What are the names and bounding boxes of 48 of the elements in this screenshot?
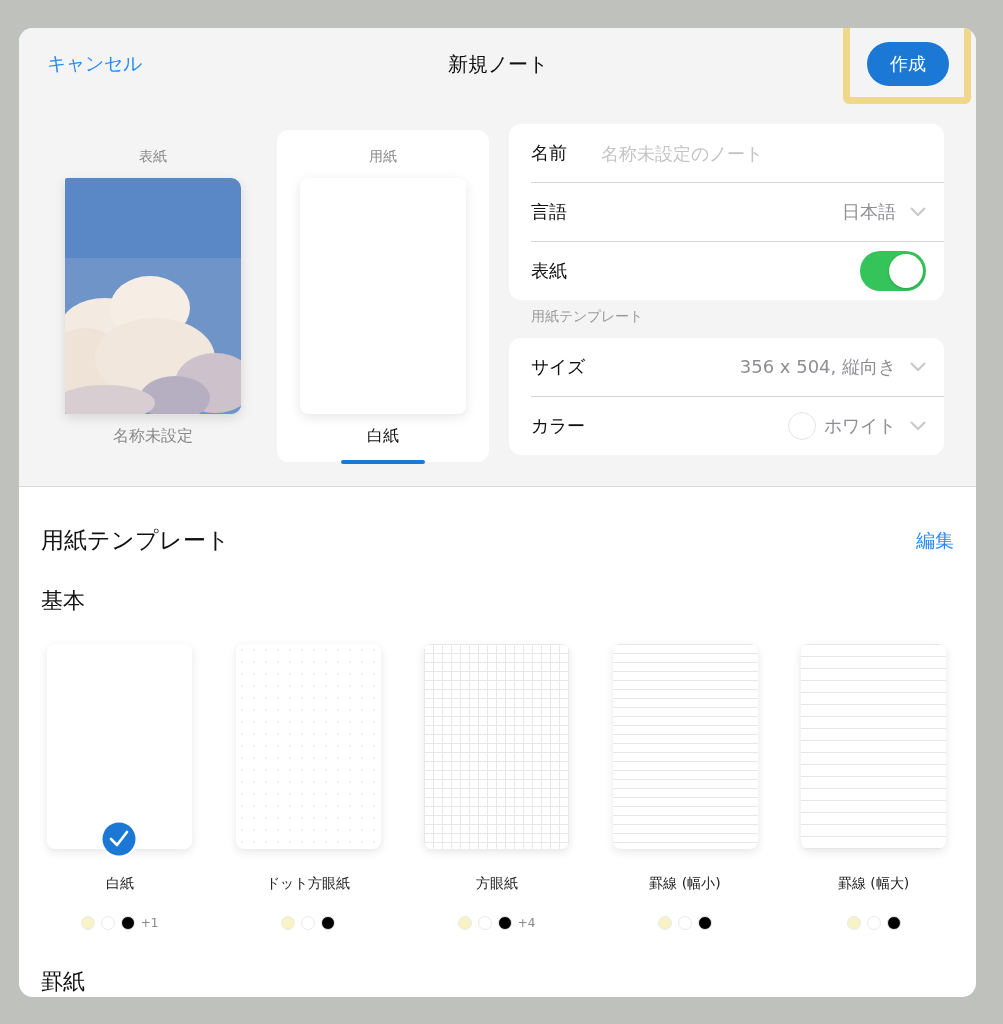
color-dot[interactable] — [497, 916, 512, 930]
tile-label: 用紙 — [369, 148, 397, 166]
section-label: 用紙テンプレート — [530, 307, 644, 326]
template-name: 罫線 (幅大) — [837, 875, 910, 893]
size-value[interactable]: 356 x 504, 縦向き — [739, 355, 896, 379]
group-title: 罫紙 — [41, 968, 86, 996]
cover-toggle[interactable] — [860, 251, 926, 291]
color-dot[interactable] — [886, 916, 901, 930]
color-label: カラー — [531, 414, 585, 438]
group-title: 基本 — [41, 587, 86, 615]
tile-caption: 名称未設定 — [113, 426, 193, 447]
cancel-link[interactable]: キャンセル — [47, 51, 142, 77]
name-label: 名前 — [531, 141, 568, 165]
color-dot[interactable] — [457, 916, 472, 930]
color-dot[interactable] — [698, 916, 712, 930]
cover-label: 表紙 — [531, 259, 568, 283]
color-value[interactable]: ホワイト — [824, 414, 896, 438]
template-name: 罫線 (幅小) — [649, 875, 721, 893]
template-name: 白紙 — [105, 875, 134, 893]
color-dot[interactable] — [281, 916, 295, 930]
color-dot[interactable] — [80, 916, 95, 930]
create-button[interactable]: 作成 — [867, 42, 949, 86]
template-name: 方眼紙 — [475, 875, 518, 893]
chevron-down-icon — [910, 421, 926, 431]
section-title: 用紙テンプレート — [41, 526, 230, 555]
more-count: +1 — [140, 916, 159, 930]
template-name: ドット方眼紙 — [266, 875, 350, 893]
edit-link[interactable]: 編集 — [916, 527, 954, 554]
template-thumbnail[interactable] — [47, 644, 192, 849]
language-label: 言語 — [531, 200, 568, 224]
color-dot[interactable] — [120, 916, 135, 930]
template-thumbnail[interactable] — [801, 644, 946, 849]
checkmark-icon — [99, 819, 139, 859]
template-thumbnail[interactable] — [612, 644, 758, 849]
name-field[interactable]: 名称未設定のノート — [599, 141, 926, 165]
dialog-title: 新規ノート — [447, 50, 548, 78]
tile-label: 表紙 — [139, 148, 167, 166]
chevron-down-icon — [910, 362, 926, 372]
tile-caption: 白紙 — [367, 426, 399, 447]
color-dot[interactable] — [846, 916, 861, 930]
cover-tile[interactable]: 表紙 名称未設定 — [47, 130, 259, 462]
color-dot[interactable] — [321, 916, 335, 930]
chevron-down-icon — [910, 207, 926, 217]
language-value[interactable]: 日本語 — [842, 200, 896, 224]
more-count: +4 — [517, 916, 536, 930]
size-label: サイズ — [531, 355, 585, 379]
color-dot[interactable] — [658, 916, 672, 930]
paper-tile[interactable]: 用紙 白紙 — [277, 130, 489, 462]
